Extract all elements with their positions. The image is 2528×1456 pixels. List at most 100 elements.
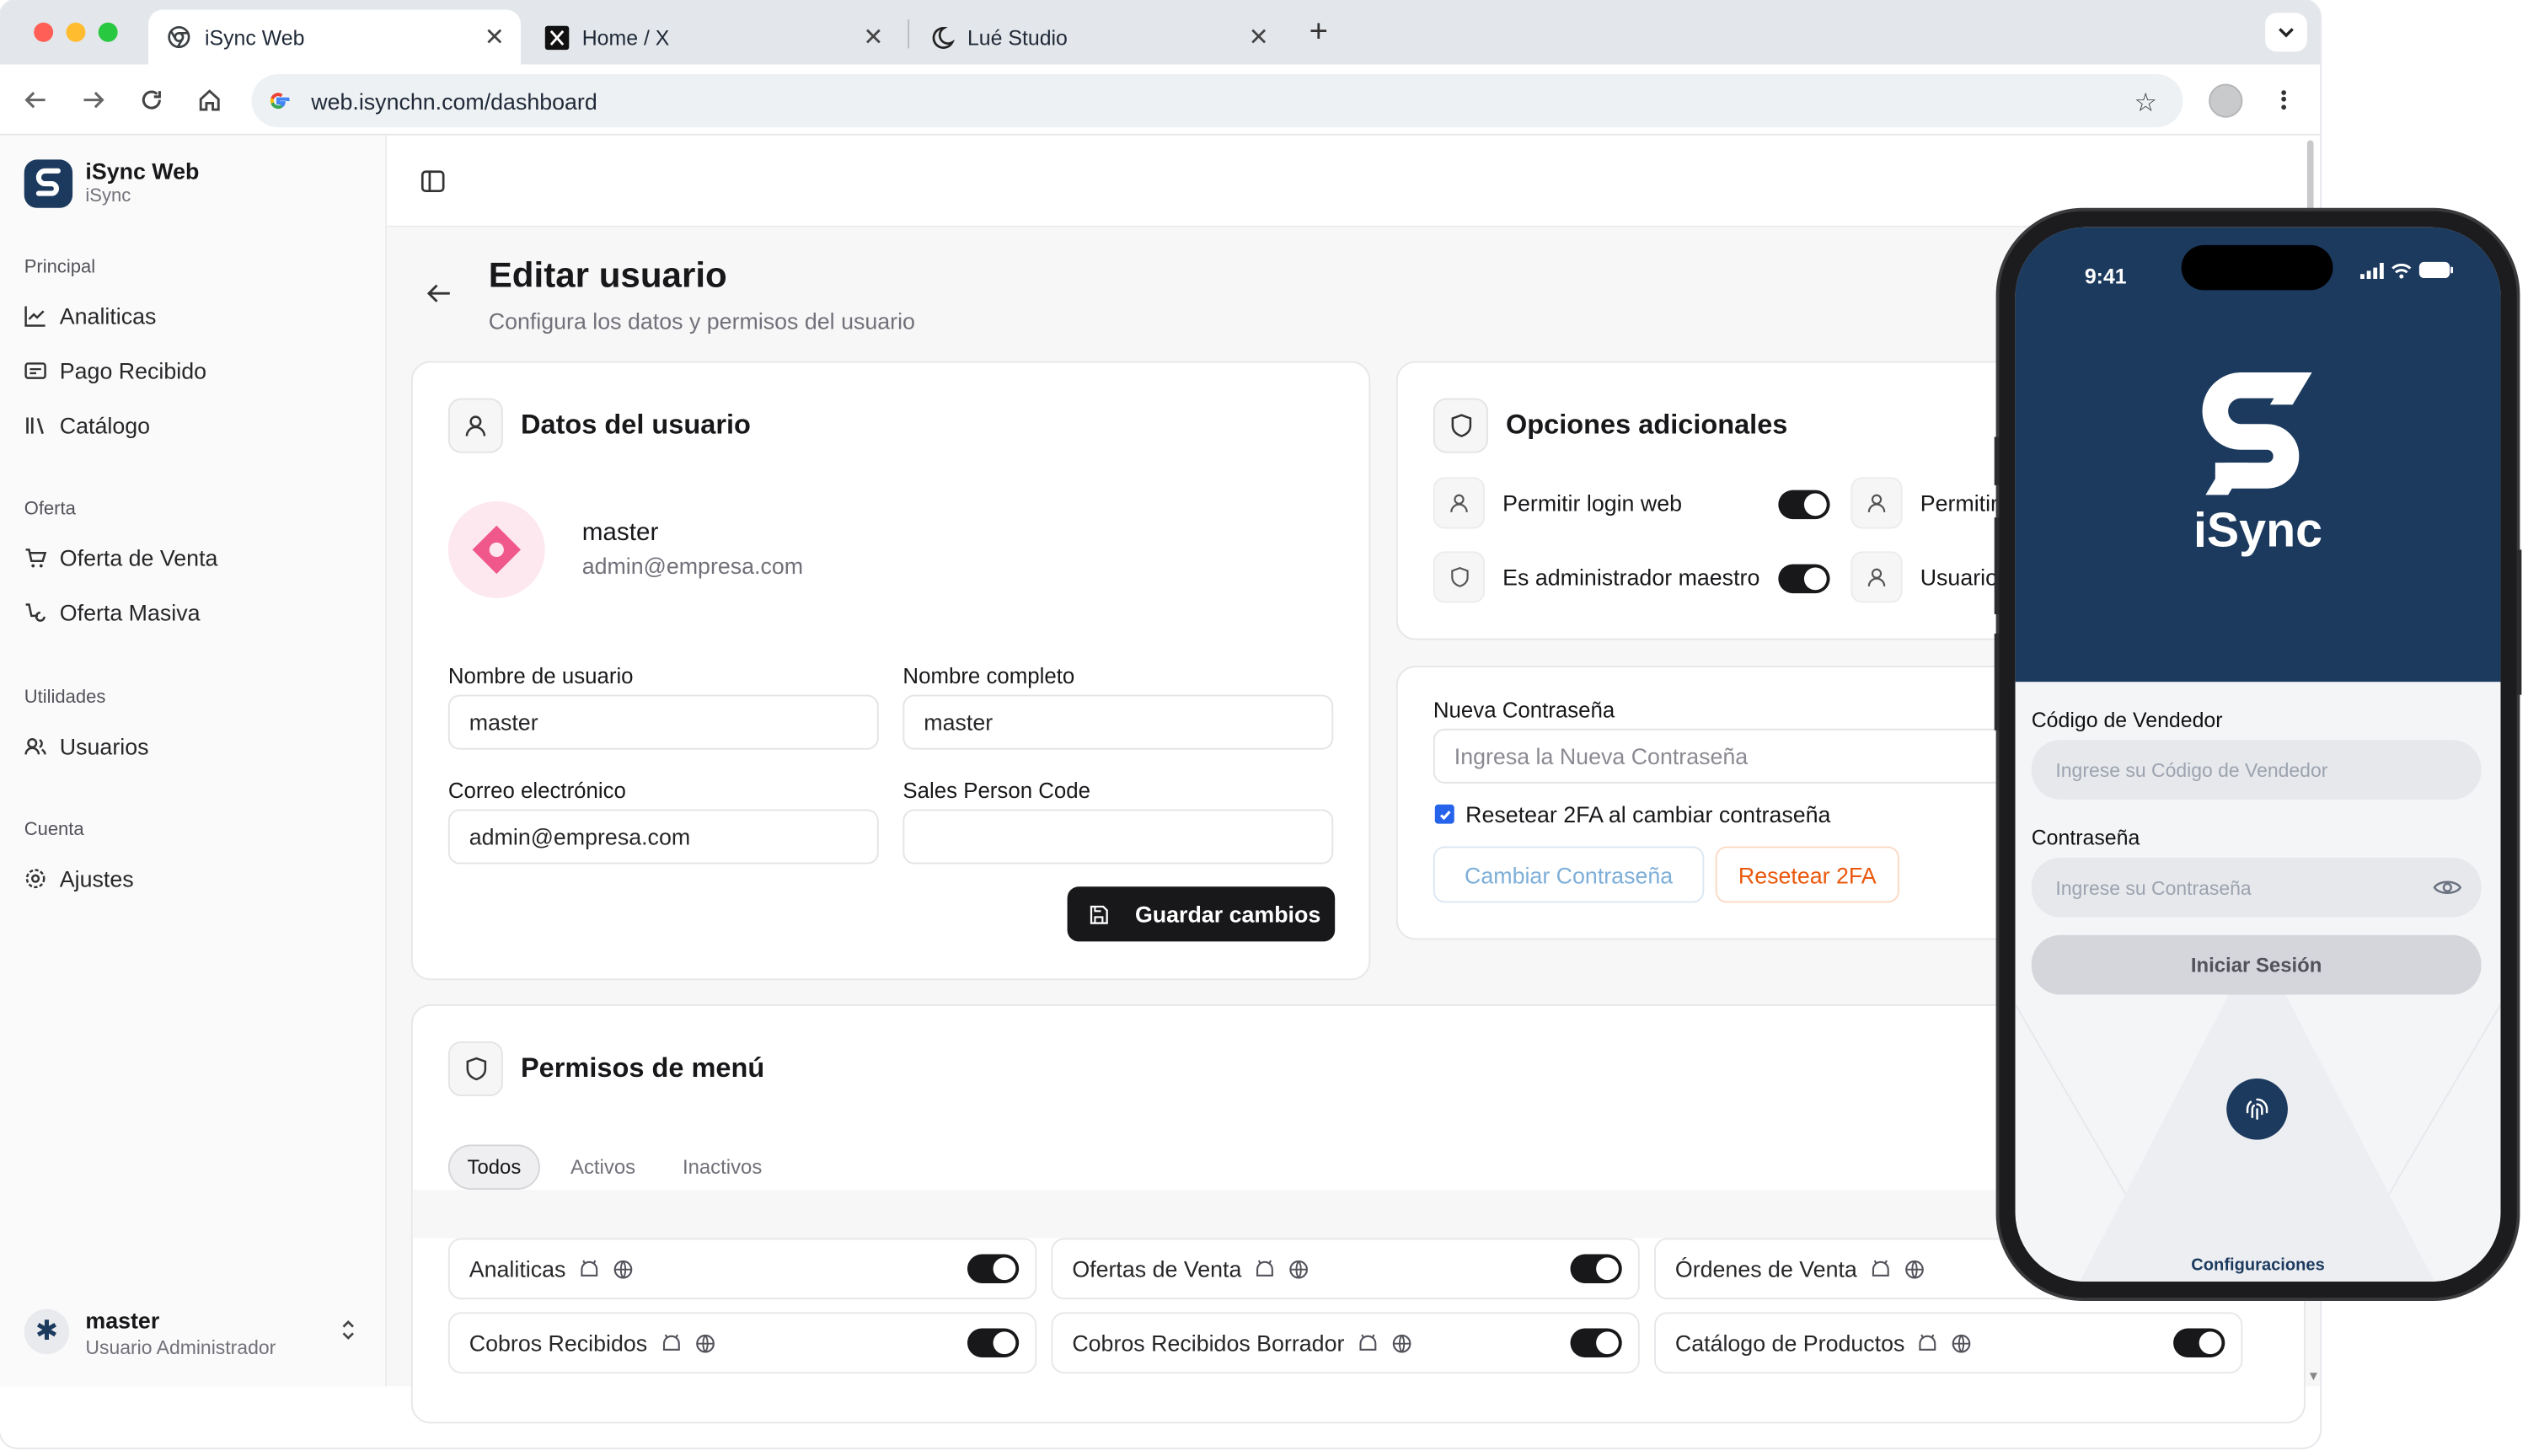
brand-name: iSync: [2193, 504, 2323, 558]
filter-tab-activos[interactable]: Activos: [551, 1144, 654, 1190]
address-bar[interactable]: web.isynchn.com/dashboard ☆: [251, 74, 2183, 128]
cobros-recibidos-toggle[interactable]: [967, 1328, 1020, 1357]
username-input[interactable]: master: [447, 694, 879, 750]
username-label: Nombre de usuario: [447, 664, 634, 688]
reset-2fa-checkbox[interactable]: [1434, 804, 1454, 824]
reset-2fa-button[interactable]: Resetear 2FA: [1715, 846, 1899, 903]
globe-icon: [613, 1259, 633, 1278]
permission-label: Cobros Recibidos Borrador: [1072, 1330, 1345, 1357]
sidebar-toggle-icon[interactable]: [420, 169, 445, 194]
page-subtitle: Configura los datos y permisos del usuar…: [488, 308, 915, 335]
eye-icon[interactable]: [2433, 877, 2462, 898]
forward-arrow-icon[interactable]: [78, 83, 110, 115]
isync-logo: [2202, 372, 2312, 495]
signal-icon: [2360, 262, 2384, 279]
x-logo-icon: [544, 24, 570, 51]
change-password-button[interactable]: Cambiar Contraseña: [1433, 846, 1705, 903]
filter-tab-inactivos[interactable]: Inactivos: [666, 1144, 779, 1190]
reset-2fa-checkbox-label: Resetear 2FA al cambiar contraseña: [1465, 800, 1831, 827]
maximize-window-button[interactable]: [98, 22, 118, 42]
android-icon: [1920, 1333, 1937, 1350]
profile-avatar[interactable]: [2209, 83, 2243, 118]
globe-icon: [1904, 1259, 1924, 1278]
sidebar-item-oferta-de-venta[interactable]: Oferta de Venta: [24, 545, 218, 570]
check-icon: [1439, 810, 1450, 820]
status-icons: [2360, 261, 2454, 279]
google-icon: [266, 88, 292, 114]
new-tab-icon[interactable]: +: [1310, 14, 1328, 51]
browser-menu-icon[interactable]: [2268, 83, 2297, 115]
close-window-button[interactable]: [34, 22, 54, 42]
allow-web-login-toggle[interactable]: [1778, 490, 1830, 520]
login-button[interactable]: Iniciar Sesión: [2031, 934, 2482, 995]
content-header: [387, 135, 2321, 228]
analiticas-toggle[interactable]: [967, 1254, 1020, 1283]
android-icon: [661, 1333, 679, 1350]
new-password-input[interactable]: Ingresa la Nueva Contraseña: [1433, 728, 2030, 784]
shield-icon: [447, 1041, 503, 1097]
user-icon: [1850, 551, 1903, 603]
filter-tab-todos[interactable]: Todos: [447, 1144, 540, 1190]
password-input[interactable]: Ingrese su Contraseña: [2031, 857, 2482, 918]
fingerprint-button[interactable]: [2226, 1078, 2288, 1140]
sidebar-item-usuarios[interactable]: Usuarios: [24, 733, 149, 760]
sales-person-code-label: Sales Person Code: [902, 779, 1090, 803]
sidebar-item-oferta-masiva[interactable]: Oferta Masiva: [24, 600, 201, 625]
user-name: master: [85, 1307, 160, 1334]
sidebar-item-analiticas[interactable]: Analiticas: [24, 303, 157, 329]
tab-home-x[interactable]: Home / X ✕: [526, 9, 900, 64]
sidebar-item-label: Usuarios: [59, 733, 149, 760]
fullname-input[interactable]: master: [902, 694, 1334, 750]
permission-label: Catálogo de Productos: [1674, 1330, 1905, 1357]
master-admin-toggle[interactable]: [1778, 564, 1830, 594]
close-tab-icon[interactable]: ✕: [863, 23, 883, 52]
section-title-utilidades: Utilidades: [24, 688, 106, 708]
vendor-code-input[interactable]: Ingrese su Código de Vendedor: [2031, 740, 2482, 800]
cobros-recibidos-borrador-toggle[interactable]: [1570, 1328, 1622, 1357]
tab-divider: [908, 19, 910, 49]
card-title: Opciones adicionales: [1505, 409, 1788, 441]
android-icon: [581, 1259, 598, 1276]
sidebar-item-pago-recibido[interactable]: Pago Recibido: [24, 358, 206, 383]
tab-lue-studio[interactable]: Lué Studio ✕: [911, 9, 1285, 64]
user-menu[interactable]: ✱ master Usuario Administrador: [0, 1283, 385, 1380]
tab-search-button[interactable]: [2265, 13, 2307, 52]
email-field[interactable]: admin@empresa.com: [447, 809, 879, 864]
bookmark-star-icon[interactable]: ☆: [2134, 87, 2157, 119]
options-card: Opciones adicionales Permitir login web …: [1395, 361, 2026, 640]
close-tab-icon[interactable]: ✕: [485, 23, 505, 52]
close-tab-icon[interactable]: ✕: [1249, 23, 1269, 52]
permission-item-cobros-recibidos: Cobros Recibidos: [447, 1312, 1037, 1374]
card-title: Datos del usuario: [520, 409, 751, 441]
sidebar-item-ajustes[interactable]: Ajustes: [24, 865, 134, 891]
sales-person-code-input[interactable]: [902, 809, 1334, 864]
scrollbar-thumb[interactable]: [2306, 140, 2314, 215]
android-icon: [1359, 1333, 1377, 1350]
settings-link[interactable]: Configuraciones: [2016, 1255, 2501, 1275]
back-arrow-icon[interactable]: [426, 282, 452, 305]
ofertas-de-venta-toggle[interactable]: [1570, 1254, 1622, 1283]
back-arrow-icon[interactable]: [19, 83, 51, 115]
phone-screen: 9:41 iSync Código de Vendedor Ingrese su…: [2015, 227, 2501, 1282]
vendor-code-label: Código de Vendedor: [2031, 707, 2223, 732]
tab-isync-web[interactable]: iSync Web ✕: [148, 9, 521, 65]
save-button[interactable]: Guardar cambios: [1067, 886, 1336, 942]
minimize-window-button[interactable]: [66, 22, 86, 42]
home-icon[interactable]: [194, 83, 226, 115]
android-icon: [1872, 1259, 1889, 1276]
section-title-oferta: Oferta: [24, 500, 76, 520]
catalogo-de-productos-toggle[interactable]: [2173, 1328, 2225, 1357]
phone-side-button: [1994, 517, 2000, 614]
globe-icon: [1289, 1259, 1309, 1278]
fingerprint-icon: [2246, 1098, 2268, 1121]
phone-side-button: [1994, 436, 2000, 485]
app-name: iSync Web: [85, 158, 200, 185]
save-button-label: Guardar cambios: [1134, 901, 1321, 928]
sidebar-item-catalogo[interactable]: Catálogo: [24, 413, 150, 438]
refresh-cart-icon: [25, 603, 46, 622]
fullname-label: Nombre completo: [902, 664, 1075, 688]
avatar: [447, 501, 545, 598]
reload-icon[interactable]: [136, 83, 168, 115]
permission-item-ofertas-de-venta: Ofertas de Venta: [1051, 1238, 1640, 1300]
scroll-down-arrow-icon[interactable]: ▼: [2307, 1368, 2320, 1383]
